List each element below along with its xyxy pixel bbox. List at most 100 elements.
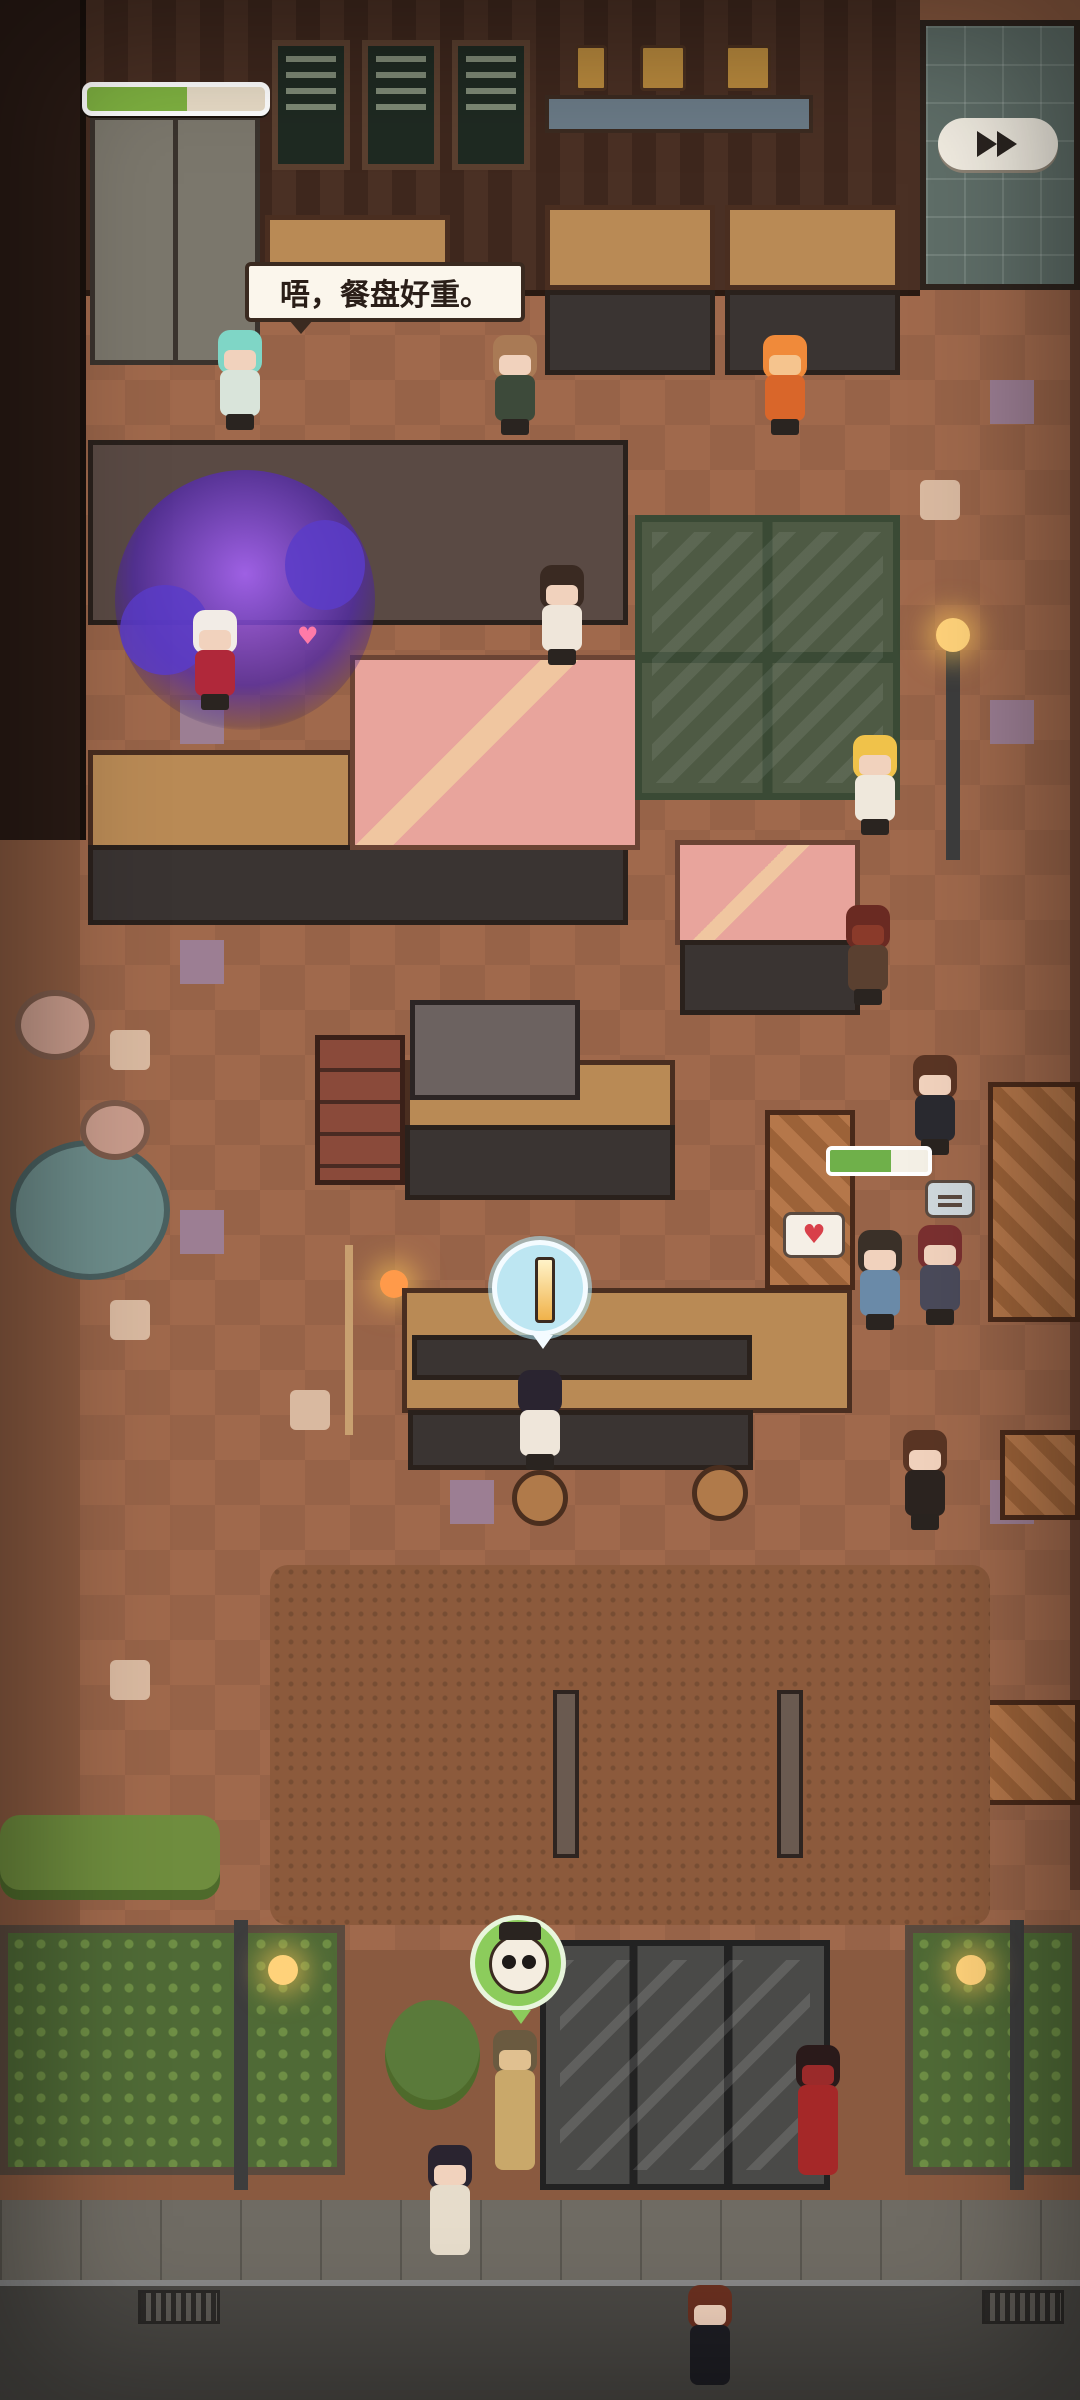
floating-hearts: ♥ xyxy=(297,622,319,650)
customer-mood-bar xyxy=(826,1146,932,1176)
character-legs xyxy=(201,694,229,710)
character-face xyxy=(769,355,801,375)
character-legs xyxy=(926,1309,954,1325)
floor-tile xyxy=(180,940,224,984)
dialogue-text: 唔，餐盘好重。 xyxy=(280,278,490,313)
drink-glass-icon xyxy=(535,1257,555,1323)
prep-counter[interactable] xyxy=(88,750,353,850)
character-legs xyxy=(771,419,799,435)
character-body xyxy=(220,370,260,416)
arc-lamp xyxy=(345,1245,353,1435)
refrigerator[interactable] xyxy=(90,115,260,365)
character-face xyxy=(802,2065,834,2085)
character-body xyxy=(920,1265,960,1311)
hedge xyxy=(0,1815,220,1900)
cafe-game-scene[interactable]: ♥ 唔，餐盘好重。 ♥ xyxy=(0,0,1080,2400)
entrance-door[interactable] xyxy=(540,1940,830,2190)
character-face xyxy=(499,355,531,375)
demon-girl-character[interactable] xyxy=(185,610,245,710)
dining-table[interactable] xyxy=(988,1082,1080,1322)
character-legs xyxy=(854,989,882,1005)
box xyxy=(640,45,686,91)
waiter-character[interactable] xyxy=(895,1430,955,1530)
customer-mood-bar-fill xyxy=(830,1150,891,1172)
menu-board xyxy=(452,40,530,170)
character-legs xyxy=(911,1514,939,1530)
floor-tile xyxy=(110,1300,150,1340)
drawer-cabinet[interactable] xyxy=(315,1035,405,1185)
character-face xyxy=(224,350,256,370)
dialogue-bubble: 唔，餐盘好重。 xyxy=(245,262,525,334)
progress-bar-fill xyxy=(87,87,187,111)
espresso-machine[interactable] xyxy=(410,1000,580,1100)
pastry-counter[interactable] xyxy=(675,840,860,945)
cat-tree-base xyxy=(10,1140,170,1280)
character-body xyxy=(798,2085,838,2175)
bar-customer[interactable] xyxy=(510,1370,570,1470)
street-lamp xyxy=(1010,1920,1024,2190)
owl-gentleman-customer[interactable] xyxy=(485,2030,545,2220)
hanging-lamp xyxy=(777,1690,803,1858)
back-counter[interactable] xyxy=(725,205,900,290)
floor-tile xyxy=(990,380,1034,424)
lamp-light xyxy=(268,1955,298,1985)
owl-icon xyxy=(489,1934,549,1994)
dining-table[interactable] xyxy=(765,1110,855,1290)
red-armor-customer[interactable] xyxy=(788,2045,848,2225)
floor-tile xyxy=(920,480,960,520)
floor-tile xyxy=(990,700,1034,744)
character-body xyxy=(520,1410,560,1456)
cat-tree[interactable] xyxy=(10,990,170,1290)
dining-table[interactable] xyxy=(1000,1430,1080,1520)
heart-icon: ♥ xyxy=(783,1212,845,1258)
waitress-character[interactable] xyxy=(210,330,270,430)
street-lamp xyxy=(234,1920,248,2190)
fast-forward-button[interactable] xyxy=(938,118,1058,170)
character-body xyxy=(195,650,235,696)
passerby-character[interactable] xyxy=(420,2145,480,2305)
character-face xyxy=(434,2165,466,2185)
character-face xyxy=(852,925,884,945)
character-legs xyxy=(866,1314,894,1330)
floor-tile xyxy=(450,1480,494,1524)
owl-customer-badge[interactable] xyxy=(470,1915,566,2024)
cat-tree-perch xyxy=(15,990,95,1060)
back-counter[interactable] xyxy=(545,205,715,290)
floor-tile xyxy=(110,1660,150,1700)
order-item-bubble[interactable] xyxy=(492,1240,588,1349)
floor-vent xyxy=(982,2290,1064,2324)
character-legs xyxy=(526,1454,554,1470)
child-customer[interactable] xyxy=(850,1230,910,1330)
chat-bubble-icon[interactable] xyxy=(925,1180,975,1218)
planter-box xyxy=(905,1925,1080,2175)
barista-character[interactable] xyxy=(485,335,545,435)
floor-tile xyxy=(180,1210,224,1254)
character-face xyxy=(924,1245,956,1265)
bar-stool[interactable] xyxy=(692,1465,748,1521)
fast-forward-icon xyxy=(977,131,1017,157)
character-body xyxy=(495,2070,535,2170)
character-body xyxy=(848,945,888,991)
character-face xyxy=(499,2050,531,2070)
character-body xyxy=(860,1270,900,1316)
service-counter[interactable] xyxy=(350,655,640,850)
chef-character[interactable] xyxy=(532,565,592,665)
hanging-lamp xyxy=(553,1690,579,1858)
bar-stool[interactable] xyxy=(512,1470,568,1526)
seated-customer[interactable] xyxy=(910,1225,970,1325)
blonde-customer[interactable] xyxy=(845,735,905,835)
cat-tree-perch xyxy=(80,1100,150,1160)
character-face xyxy=(859,755,891,775)
floor-vent xyxy=(138,2290,220,2324)
floor-lamp xyxy=(946,640,960,860)
shadow-spirit xyxy=(285,520,365,610)
seated-customer[interactable] xyxy=(905,1055,965,1155)
menu-board xyxy=(272,40,350,170)
armored-customer[interactable] xyxy=(838,905,898,1005)
lamp-light xyxy=(956,1955,986,1985)
rug xyxy=(270,1565,990,1925)
character-face xyxy=(199,630,231,650)
fox-character[interactable] xyxy=(755,335,815,435)
passerby-character[interactable] xyxy=(680,2285,740,2385)
character-body xyxy=(542,605,582,651)
